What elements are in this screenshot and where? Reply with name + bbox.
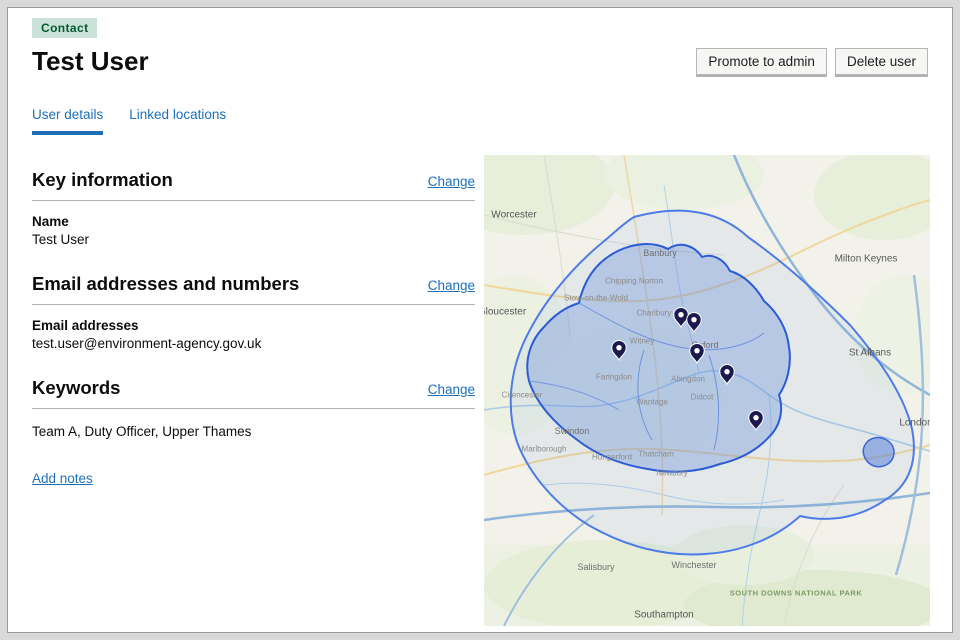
name-value: Test User bbox=[32, 232, 475, 247]
promote-to-admin-button[interactable]: Promote to admin bbox=[696, 48, 827, 75]
email-heading: Email addresses and numbers bbox=[32, 273, 299, 295]
key-information-heading: Key information bbox=[32, 169, 173, 191]
map-pin-layer bbox=[484, 155, 930, 626]
map-pin[interactable] bbox=[720, 364, 734, 384]
tab-bar: User details Linked locations bbox=[32, 107, 928, 135]
map-pin[interactable] bbox=[687, 312, 701, 332]
contact-tag: Contact bbox=[32, 18, 97, 38]
email-addresses-value: test.user@environment-agency.gov.uk bbox=[32, 336, 475, 351]
map-pin[interactable] bbox=[674, 307, 688, 327]
keywords-value: Team A, Duty Officer, Upper Thames bbox=[32, 424, 475, 439]
details-panel: Key information Change Name Test User Em… bbox=[32, 169, 475, 488]
change-email-link[interactable]: Change bbox=[428, 278, 475, 293]
page-title: Test User bbox=[32, 46, 149, 77]
keywords-section: Keywords Change Team A, Duty Officer, Up… bbox=[32, 377, 475, 439]
name-label: Name bbox=[32, 214, 475, 229]
map-pin[interactable] bbox=[749, 410, 763, 430]
keywords-heading: Keywords bbox=[32, 377, 120, 399]
email-section: Email addresses and numbers Change Email… bbox=[32, 273, 475, 351]
tab-linked-locations[interactable]: Linked locations bbox=[129, 107, 226, 135]
delete-user-button[interactable]: Delete user bbox=[835, 48, 928, 75]
map[interactable]: WorcesterGloucesterBanburyMilton KeynesS… bbox=[484, 155, 930, 626]
map-pin[interactable] bbox=[612, 340, 626, 360]
email-addresses-label: Email addresses bbox=[32, 318, 475, 333]
map-pin[interactable] bbox=[690, 343, 704, 363]
tab-user-details[interactable]: User details bbox=[32, 107, 103, 135]
change-key-information-link[interactable]: Change bbox=[428, 174, 475, 189]
page: Contact Test User Promote to admin Delet… bbox=[7, 7, 953, 633]
add-notes-link[interactable]: Add notes bbox=[32, 471, 93, 486]
change-keywords-link[interactable]: Change bbox=[428, 382, 475, 397]
key-information-section: Key information Change Name Test User bbox=[32, 169, 475, 247]
